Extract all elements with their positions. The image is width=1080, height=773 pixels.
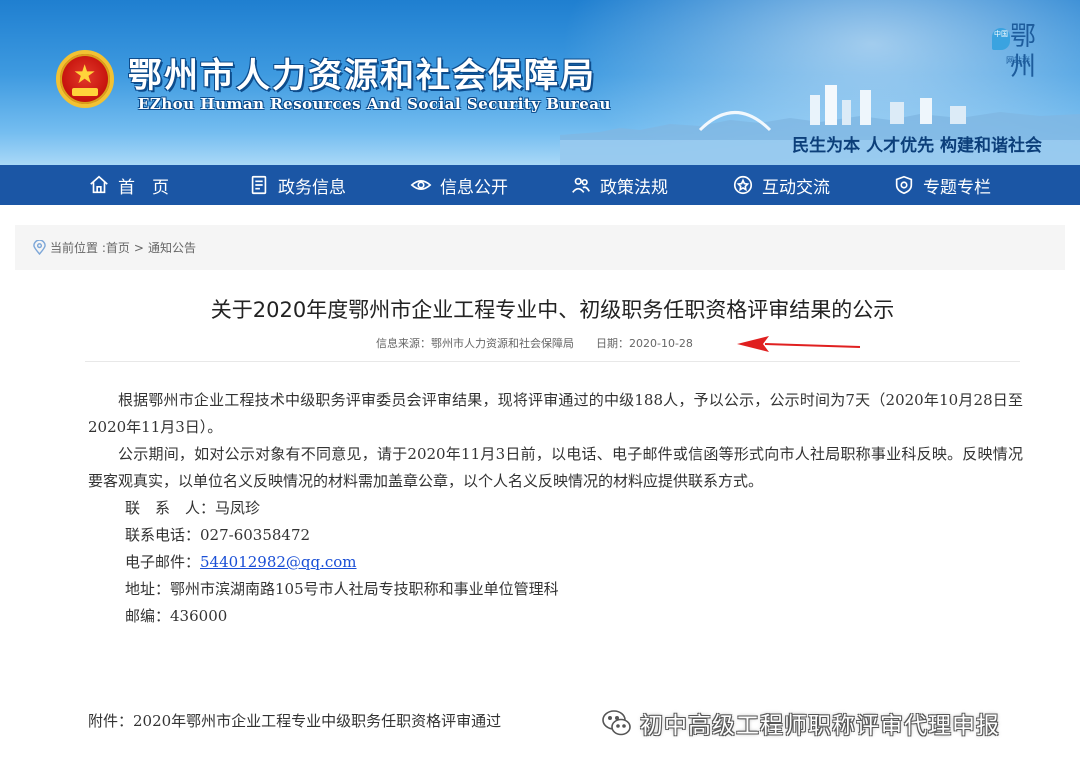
breadcrumb: 当前位置 : 首页 > 通知公告: [15, 225, 1065, 270]
location-pin-icon: [33, 240, 46, 255]
site-slogan: 民生为本 人才优先 构建和谐社会: [792, 136, 1042, 156]
document-icon: [251, 175, 267, 195]
contact-address-label: 地址：: [125, 580, 171, 598]
national-emblem-icon: ★: [56, 50, 114, 108]
article-source: 信息来源：鄂州市人力资源和社会保障局: [376, 337, 574, 350]
contact-person-label: 联 系 人：: [125, 499, 216, 517]
red-arrow-annotation: [737, 336, 861, 352]
breadcrumb-prefix: 当前位置 :: [50, 241, 106, 255]
breadcrumb-separator: >: [133, 240, 144, 255]
article-title: 关于2020年度鄂州市企业工程专业中、初级职务任职资格评审结果的公示: [210, 298, 895, 322]
shield-icon: [895, 175, 913, 195]
contact-email-line: 电子邮件：544012982@qq.com: [88, 549, 1023, 576]
people-icon: [572, 177, 590, 193]
contact-email-link[interactable]: 544012982@qq.com: [200, 553, 357, 571]
nav-item-label: 信息公开: [440, 177, 508, 198]
wechat-icon: [602, 710, 631, 736]
watermark-text: 初中高级工程师职称评审代理申报: [640, 713, 1000, 739]
nav-item-info-disclosure[interactable]: 信息公开: [410, 165, 508, 205]
contact-address-line: 地址：鄂州市滨湖南路105号市人社局专技职称和事业单位管理科: [88, 576, 1023, 603]
nav-item-label: 政策法规: [600, 177, 668, 198]
nav-item-label: 互动交流: [762, 177, 830, 198]
contact-postcode-line: 邮编：436000: [88, 603, 1023, 630]
contact-phone-line: 联系电话：027-60358472: [88, 522, 1023, 549]
star-icon: [733, 175, 753, 195]
eye-icon: [410, 180, 432, 190]
article-date: 日期：2020-10-28: [596, 337, 693, 350]
contact-postcode-value: 436000: [170, 607, 228, 625]
site-title: 鄂州市人力资源和社会保障局: [128, 56, 596, 96]
logo-badge: 中国: [992, 28, 1010, 50]
logo-small-text: 网站群: [1006, 56, 1030, 65]
contact-address-value: 鄂州市滨湖南路105号市人社局专技职称和事业单位管理科: [170, 580, 559, 598]
main-nav: 首 页 政务信息 信息公开 政策法规 互动交流 专题专栏: [0, 165, 1080, 205]
contact-phone-value: 027-60358472: [200, 526, 311, 544]
nav-item-home[interactable]: 首 页: [88, 165, 169, 205]
article-body: 根据鄂州市企业工程技术中级职务评审委员会评审结果，现将评审通过的中级188人，予…: [88, 387, 1023, 630]
nav-item-policies[interactable]: 政策法规: [570, 165, 668, 205]
nav-item-label: 首 页: [118, 177, 169, 198]
contact-person-line: 联 系 人：马凤珍: [88, 495, 1023, 522]
home-icon: [90, 175, 108, 194]
site-banner: ★ 鄂州市人力资源和社会保障局 EZhou Human Resources An…: [0, 0, 1080, 165]
title-divider: [85, 361, 1020, 362]
logo-chars: 鄂州: [1010, 22, 1037, 82]
breadcrumb-current-link[interactable]: 通知公告: [148, 239, 196, 256]
article-paragraph: 根据鄂州市企业工程技术中级职务评审委员会评审结果，现将评审通过的中级188人，予…: [88, 391, 1023, 436]
nav-item-interaction[interactable]: 互动交流: [732, 165, 830, 205]
contact-person-value: 马凤珍: [215, 499, 261, 517]
contact-postcode-label: 邮编：: [125, 607, 171, 625]
article-meta: 信息来源：鄂州市人力资源和社会保障局 日期：2020-10-28: [376, 335, 693, 351]
breadcrumb-home-link[interactable]: 首页: [106, 239, 130, 256]
contact-email-label: 电子邮件：: [125, 553, 201, 571]
nav-item-government-info[interactable]: 政务信息: [248, 165, 346, 205]
nav-item-special-topics[interactable]: 专题专栏: [893, 165, 991, 205]
site-subtitle: EZhou Human Resources And Social Securit…: [138, 95, 611, 113]
article-paragraph: 公示期间，如对公示对象有不同意见，请于2020年11月3日前，以电话、电子邮件或…: [88, 445, 1023, 490]
wechat-watermark: 初中高级工程师职称评审代理申报: [600, 706, 1000, 740]
nav-item-label: 政务信息: [278, 177, 346, 198]
contact-phone-label: 联系电话：: [125, 526, 201, 544]
attachment-link[interactable]: 附件：2020年鄂州市企业工程专业中级职务任职资格评审通过: [88, 710, 501, 731]
nav-item-label: 专题专栏: [923, 177, 991, 198]
ezhou-portal-logo[interactable]: 中国 鄂州 网站群: [992, 22, 1048, 82]
